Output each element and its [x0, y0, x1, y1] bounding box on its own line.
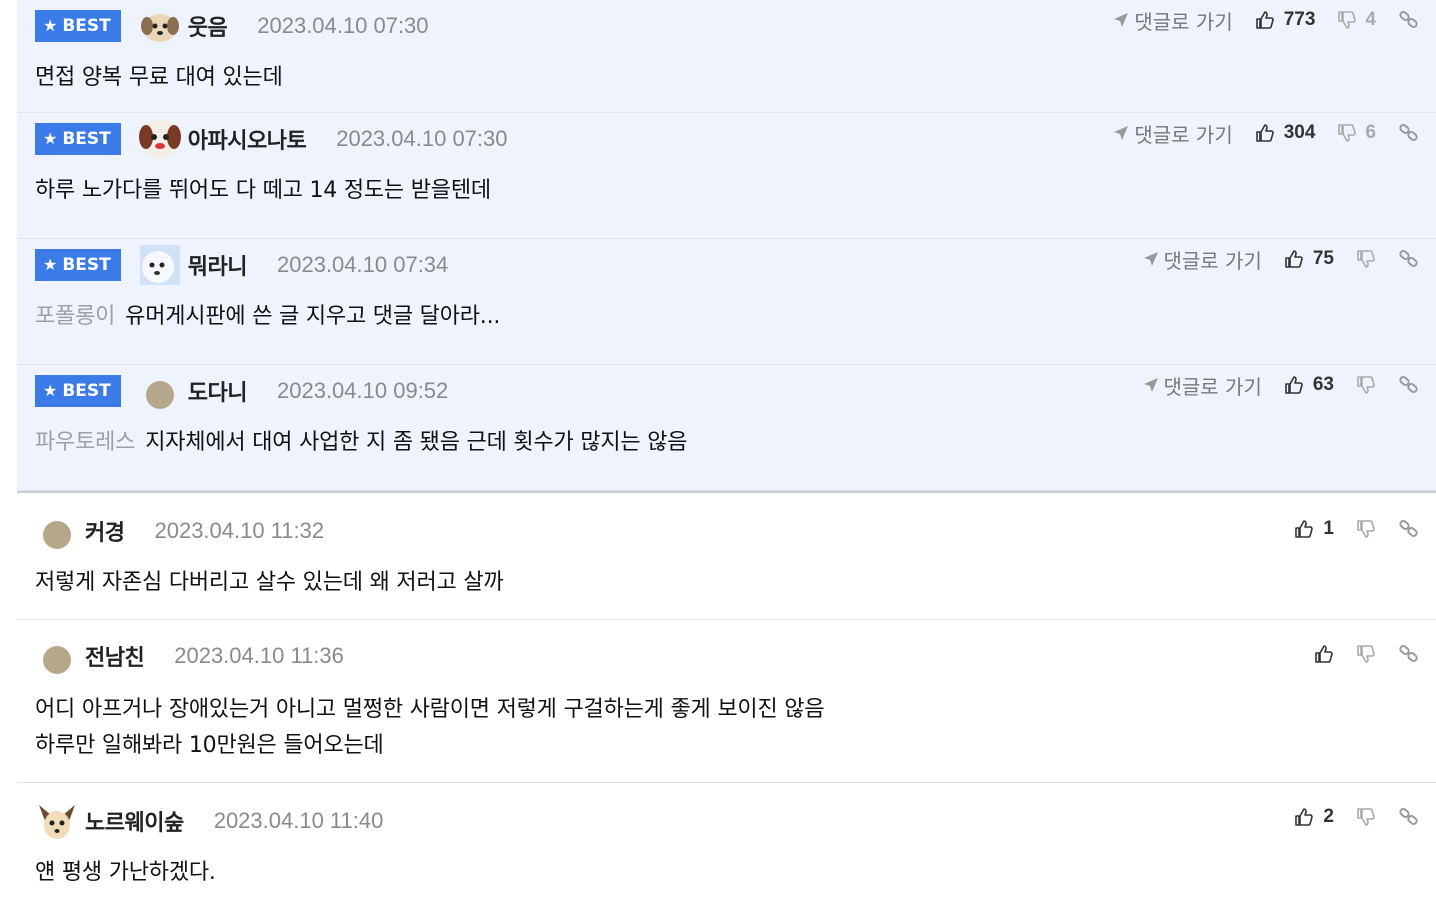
best-badge: ★ BEST: [35, 249, 121, 281]
thumbs-down-icon: [1357, 250, 1375, 268]
upvote-button[interactable]: [1314, 644, 1334, 664]
send-arrow-icon: [1114, 13, 1129, 27]
goto-reply-link[interactable]: 댓글로 가기: [1142, 245, 1262, 274]
comment: 노르웨이숲 2023.04.10 11:40 얜 평생 가난하겠다. 2: [17, 783, 1436, 893]
upvote-button[interactable]: 304: [1255, 122, 1315, 144]
link-icon[interactable]: [1398, 643, 1420, 665]
nickname[interactable]: 웃음: [188, 10, 228, 42]
nickname[interactable]: 커경: [85, 515, 125, 547]
thumbs-down-icon: [1357, 645, 1375, 663]
thumbs-down-icon: [1357, 520, 1375, 538]
goto-reply-link[interactable]: 댓글로 가기: [1112, 6, 1233, 35]
downvote-button[interactable]: [1356, 519, 1376, 539]
upvote-button[interactable]: 773: [1255, 9, 1315, 31]
comment: 전남친 2023.04.10 11:36 어디 아프거나 장애있는거 아니고 멀…: [17, 620, 1436, 783]
goto-reply-link[interactable]: 댓글로 가기: [1142, 371, 1262, 400]
star-icon: ★: [43, 16, 58, 35]
best-comment: ★ BEST 뭐라니 2023.04.10 07:34 포폴롱이 유머게시판에 쓴 …: [17, 239, 1436, 365]
best-comment: ★ BEST 아파시오나토 2023.04.10 07:30 하루 노가다를 뛰어…: [17, 113, 1436, 239]
default-avatar[interactable]: [35, 634, 79, 678]
comment: 커경 2023.04.10 11:32 저렇게 자존심 다버리고 살수 있는데 …: [17, 495, 1436, 620]
comment-text: 포폴롱이 유머게시판에 쓴 글 지우고 댓글 달아라...: [35, 304, 501, 329]
dog-avatar[interactable]: [138, 4, 182, 48]
upvote-button[interactable]: 2: [1294, 806, 1334, 828]
comment-text: 어디 아프거나 장애있는거 아니고 멀쩡한 사람이면 저렇게 구걸하는게 좋게 …: [35, 697, 825, 758]
nickname[interactable]: 노르웨이숲: [85, 805, 184, 837]
thumbs-up-icon: [1315, 645, 1333, 663]
reply-target[interactable]: 포폴롱이: [35, 304, 115, 329]
send-arrow-icon: [1114, 126, 1129, 140]
comment-text: 저렇게 자존심 다버리고 살수 있는데 왜 저러고 살까: [35, 570, 504, 595]
send-arrow-icon: [1143, 252, 1158, 266]
goto-reply-link[interactable]: 댓글로 가기: [1112, 119, 1233, 148]
upvote-button[interactable]: 75: [1284, 248, 1334, 270]
nickname[interactable]: 전남친: [85, 640, 145, 672]
downvote-button[interactable]: 6: [1337, 122, 1376, 144]
upvote-button[interactable]: 63: [1284, 374, 1334, 396]
thumbs-down-icon: [1338, 11, 1357, 29]
comment-text: 면접 양복 무료 대여 있는데: [35, 65, 283, 90]
comment-date: 2023.04.10 09:52: [277, 378, 449, 403]
downvote-button[interactable]: [1356, 249, 1376, 269]
comment-list: ★ BEST 웃음 2023.04.10 07:30 면접 양복 무료 대여 있는…: [17, 0, 1436, 893]
comment-date: 2023.04.10 11:40: [213, 808, 384, 833]
thumbs-up-icon: [1285, 376, 1303, 394]
thumbs-down-icon: [1357, 376, 1375, 394]
white-dog-avatar[interactable]: [138, 243, 182, 287]
default-avatar[interactable]: [138, 369, 182, 413]
comment-text: 하루 노가다를 뛰어도 다 떼고 14 정도는 받을텐데: [35, 178, 491, 203]
comment-date: 2023.04.10 11:36: [174, 643, 344, 668]
thumbs-up-icon: [1295, 808, 1314, 826]
comment-date: 2023.04.10 07:34: [277, 252, 449, 277]
link-icon[interactable]: [1398, 518, 1420, 540]
downvote-button[interactable]: 4: [1337, 9, 1376, 31]
link-icon[interactable]: [1398, 248, 1420, 270]
chihuahua-avatar[interactable]: [35, 799, 79, 843]
best-badge: ★ BEST: [35, 123, 121, 155]
thumbs-down-icon: [1338, 124, 1357, 142]
link-icon[interactable]: [1398, 9, 1420, 31]
nickname[interactable]: 도다니: [188, 375, 248, 407]
link-icon[interactable]: [1398, 374, 1420, 396]
nickname[interactable]: 아파시오나토: [188, 123, 307, 155]
star-icon: ★: [43, 381, 58, 400]
best-badge: ★ BEST: [35, 375, 121, 407]
downvote-button[interactable]: [1356, 644, 1376, 664]
best-badge: ★ BEST: [35, 10, 121, 42]
downvote-button[interactable]: [1356, 375, 1376, 395]
thumbs-up-icon: [1285, 250, 1303, 268]
send-arrow-icon: [1143, 378, 1158, 392]
default-avatar[interactable]: [35, 509, 79, 553]
best-comment: ★ BEST 도다니 2023.04.10 09:52 파우토레스 지자체에서 대여…: [17, 365, 1436, 491]
comment-date: 2023.04.10 07:30: [336, 126, 508, 151]
thumbs-up-icon: [1255, 124, 1274, 142]
comment-date: 2023.04.10 07:30: [257, 13, 429, 38]
thumbs-down-icon: [1357, 808, 1375, 826]
best-comment: ★ BEST 웃음 2023.04.10 07:30 면접 양복 무료 대여 있는…: [17, 0, 1436, 113]
comment-text: 파우토레스 지자체에서 대여 사업한 지 좀 됐음 근데 횟수가 많지는 않음: [35, 430, 688, 455]
nickname[interactable]: 뭐라니: [188, 249, 248, 281]
star-icon: ★: [43, 255, 58, 274]
thumbs-up-icon: [1255, 11, 1274, 29]
link-icon[interactable]: [1398, 806, 1420, 828]
comment-date: 2023.04.10 11:32: [154, 518, 325, 543]
downvote-button[interactable]: [1356, 807, 1376, 827]
link-icon[interactable]: [1398, 122, 1420, 144]
thumbs-up-icon: [1295, 520, 1314, 538]
upvote-button[interactable]: 1: [1294, 518, 1334, 540]
reply-target[interactable]: 파우토레스: [35, 430, 135, 455]
comment-text: 얜 평생 가난하겠다.: [35, 860, 216, 885]
puppy-avatar[interactable]: [138, 117, 182, 161]
star-icon: ★: [43, 129, 58, 148]
